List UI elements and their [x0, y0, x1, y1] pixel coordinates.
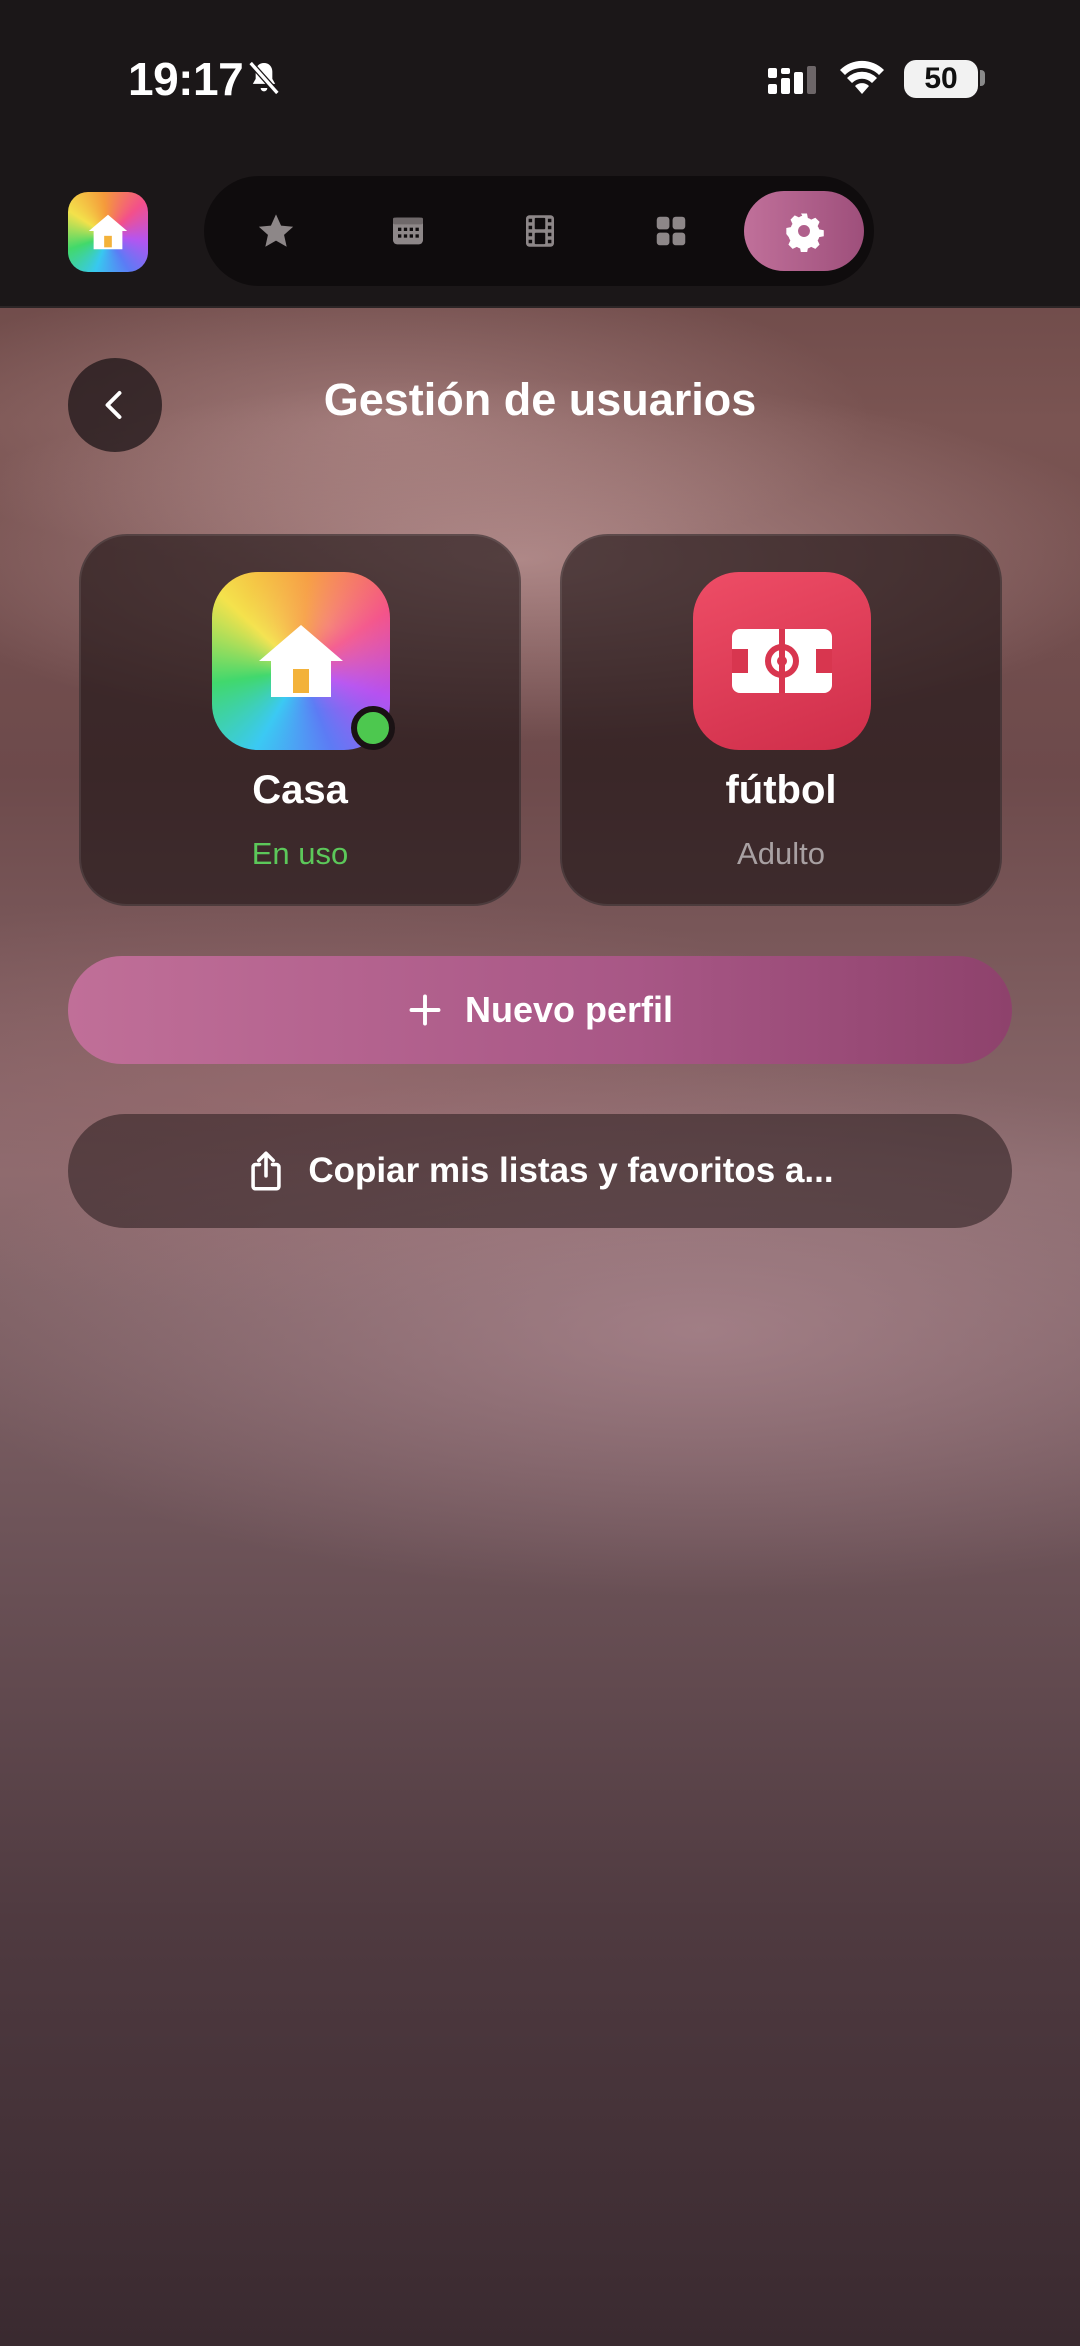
top-bar: 19:17 50: [0, 0, 1080, 308]
plus-icon: [409, 994, 441, 1026]
share-icon: [251, 1151, 282, 1191]
nav-apps[interactable]: [634, 194, 708, 268]
new-profile-label: Nuevo perfil: [464, 989, 674, 1030]
film-icon: [526, 215, 554, 247]
profile-status: En uso: [251, 836, 349, 871]
status-time: 19:17: [128, 53, 244, 105]
active-status-dot: [351, 706, 395, 750]
calendar-icon: [393, 217, 423, 245]
grid-icon: [656, 216, 686, 246]
cellular-signal-icon: [768, 66, 816, 94]
profile-status: Adulto: [737, 836, 825, 871]
profile-card-casa[interactable]: Casa En uso: [79, 534, 521, 906]
nav-favorites[interactable]: [239, 194, 313, 268]
home-icon: [88, 214, 128, 250]
star-icon: [258, 214, 294, 247]
profile-name: fútbol: [725, 768, 837, 812]
gear-icon: [786, 213, 824, 252]
copy-lists-label: Copiar mis listas y favoritos a...: [308, 1151, 834, 1190]
wifi-icon: [840, 60, 884, 94]
profile-card-futbol[interactable]: fútbol Adulto: [560, 534, 1002, 906]
copy-lists-button[interactable]: Copiar mis listas y favoritos a...: [68, 1114, 1012, 1228]
nav-guide[interactable]: [371, 194, 445, 268]
profile-name: Casa: [252, 768, 348, 812]
battery-level: 50: [904, 60, 978, 98]
profile-avatar: [693, 572, 871, 750]
nav-settings[interactable]: [744, 191, 864, 271]
soccer-field-icon: [732, 629, 832, 693]
status-bar: 19:17 50: [0, 0, 1080, 160]
bell-slash-icon: [248, 61, 280, 95]
nav-movies[interactable]: [503, 194, 577, 268]
page-title: Gestión de usuarios: [323, 374, 757, 425]
main-navigation: [204, 176, 874, 286]
app-logo[interactable]: [68, 192, 148, 272]
home-icon: [259, 625, 343, 697]
new-profile-button[interactable]: Nuevo perfil: [68, 956, 1012, 1064]
battery-cap: [980, 70, 985, 86]
